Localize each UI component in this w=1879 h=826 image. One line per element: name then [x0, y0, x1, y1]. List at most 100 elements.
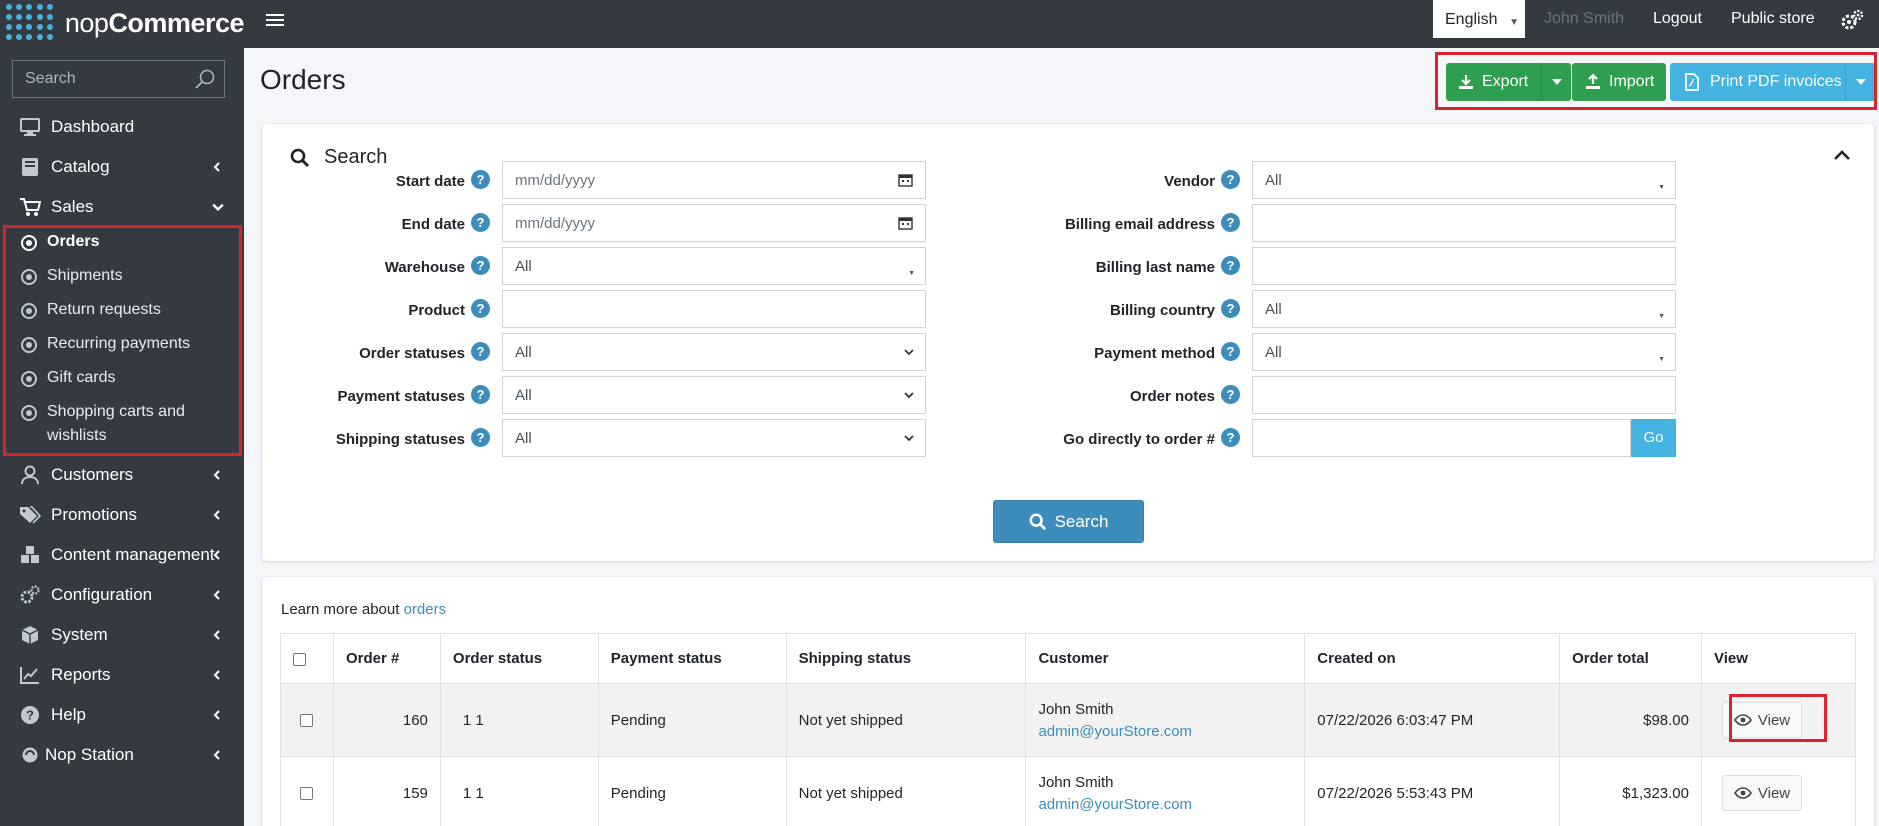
customer-email-link[interactable]: admin@yourStore.com [1038, 723, 1292, 740]
view-order-button[interactable]: View [1722, 775, 1802, 811]
public-store-link[interactable]: Public store [1731, 10, 1815, 28]
sidebar-item-customers[interactable]: Customers [0, 455, 244, 495]
go-to-order-button[interactable]: Go [1631, 419, 1676, 457]
sidebar-toggle-icon[interactable] [266, 12, 284, 28]
start-date-input[interactable]: mm/dd/yyyy [502, 161, 926, 199]
created-on: 07/22/2026 5:53:43 PM [1304, 756, 1561, 826]
help-icon[interactable]: ? [1221, 256, 1240, 275]
column-header-order-number[interactable]: Order # [332, 633, 441, 684]
order-notes-input[interactable] [1252, 376, 1676, 414]
shipping-status: Not yet shipped [785, 756, 1027, 826]
logout-link[interactable]: Logout [1653, 10, 1702, 28]
order-total: $1,323.00 [1559, 756, 1702, 826]
billing-last-name-input[interactable] [1252, 247, 1676, 285]
help-icon[interactable]: ? [471, 342, 490, 361]
sidebar-item-help[interactable]: ? Help [0, 695, 244, 735]
table-header-row: Order # Order status Payment status Ship… [280, 633, 1856, 684]
column-header-view: View [1701, 633, 1856, 684]
sidebar-item-nop-station[interactable]: Nop Station [0, 735, 244, 775]
view-label: View [1757, 784, 1791, 802]
help-icon[interactable]: ? [471, 213, 490, 232]
chevron-left-icon [213, 510, 220, 520]
shipping-status: Not yet shipped [785, 683, 1027, 757]
collapse-chevron-up-icon[interactable] [1833, 149, 1851, 161]
calendar-icon[interactable] [898, 216, 913, 230]
payment-method-select[interactable]: All ▼ [1252, 333, 1676, 371]
help-icon[interactable]: ? [471, 299, 490, 318]
help-icon[interactable]: ? [471, 170, 490, 189]
row-checkbox[interactable] [300, 787, 314, 801]
sidebar-search-input[interactable]: Search [12, 60, 225, 98]
chevron-left-icon [213, 590, 220, 600]
sidebar-item-promotions[interactable]: Promotions [0, 495, 244, 535]
orders-panel: Learn more about orders Order # Order st… [262, 577, 1874, 826]
cogs-icon [19, 584, 41, 606]
sidebar-item-sales[interactable]: Sales [0, 187, 244, 227]
calendar-icon[interactable] [898, 173, 913, 187]
sidebar-item-label: Catalog [51, 157, 110, 176]
warehouse-select[interactable]: All ▼ [502, 247, 926, 285]
sidebar-item-label: Reports [51, 665, 111, 684]
cart-icon [19, 196, 41, 218]
svg-text:?: ? [26, 708, 34, 723]
sidebar-item-content-management[interactable]: Content management [0, 535, 244, 575]
help-icon[interactable]: ? [1221, 299, 1240, 318]
label-billing-country: Billing country [1110, 302, 1215, 319]
payment-statuses-select[interactable]: All [502, 376, 926, 414]
help-icon[interactable]: ? [1221, 428, 1240, 447]
help-icon[interactable]: ? [1221, 342, 1240, 361]
customer-email-link[interactable]: admin@yourStore.com [1038, 796, 1292, 813]
column-header-order-status[interactable]: Order status [439, 633, 599, 684]
gears-icon[interactable] [1840, 9, 1864, 33]
sidebar-item-catalog[interactable]: Catalog [0, 147, 244, 187]
search-icon[interactable] [194, 68, 216, 90]
column-header-customer[interactable]: Customer [1025, 633, 1306, 684]
go-directly-to-order-input[interactable] [1252, 419, 1631, 457]
billing-email-address-input[interactable] [1252, 204, 1676, 242]
help-icon[interactable]: ? [1221, 213, 1240, 232]
help-icon[interactable]: ? [471, 385, 490, 404]
sidebar-item-configuration[interactable]: Configuration [0, 575, 244, 615]
label-billing-last-name: Billing last name [1095, 259, 1215, 276]
sidebar-item-label: Nop Station [45, 745, 134, 764]
help-icon[interactable]: ? [471, 256, 490, 275]
order-statuses-select[interactable]: All [502, 333, 926, 371]
chevron-left-icon [213, 550, 220, 560]
end-date-input[interactable]: mm/dd/yyyy [502, 204, 926, 242]
orders-table: Order # Order status Payment status Ship… [280, 633, 1856, 826]
help-icon[interactable]: ? [1221, 385, 1240, 404]
label-order-statuses: Order statuses [359, 345, 465, 362]
top-navbar: nopCommerce English ▼ John Smith Logout P… [0, 0, 1879, 48]
search-button[interactable]: Search [993, 500, 1144, 543]
sidebar-item-dashboard[interactable]: Dashboard [0, 107, 244, 147]
column-header-order-total[interactable]: Order total [1559, 633, 1702, 684]
nopcommerce-logo[interactable]: nopCommerce [6, 2, 244, 44]
column-header-created-on[interactable]: Created on [1304, 633, 1561, 684]
customer-name: John Smith [1038, 773, 1114, 791]
column-header-payment-status[interactable]: Payment status [597, 633, 787, 684]
column-header-shipping-status[interactable]: Shipping status [785, 633, 1027, 684]
language-select[interactable]: English ▼ [1433, 0, 1525, 38]
sidebar-item-reports[interactable]: Reports [0, 655, 244, 695]
help-icon[interactable]: ? [1221, 170, 1240, 189]
billing-country-select[interactable]: All ▼ [1252, 290, 1676, 328]
shipping-statuses-select[interactable]: All [502, 419, 926, 457]
sidebar-item-label: Help [51, 705, 86, 724]
label-start-date: Start date [395, 173, 465, 190]
logo-text: nopCommerce [64, 7, 245, 38]
sidebar-item-system[interactable]: System [0, 615, 244, 655]
select-all-checkbox[interactable] [293, 652, 306, 666]
row-checkbox[interactable] [300, 714, 314, 728]
product-input[interactable] [502, 290, 926, 328]
chevron-left-icon [213, 670, 220, 680]
help-icon[interactable]: ? [471, 428, 490, 447]
label-payment-method: Payment method [1094, 345, 1215, 362]
search-panel-header[interactable]: Search [290, 146, 387, 169]
label-vendor: Vendor [1164, 173, 1215, 190]
sidebar-item-label: Customers [51, 465, 134, 484]
cubes-icon [19, 544, 41, 566]
vendor-select[interactable]: All ▼ [1252, 161, 1676, 199]
orders-help-link[interactable]: orders [404, 601, 447, 618]
customer-cell: John Smith admin@yourStore.com [1025, 683, 1306, 757]
user-icon [19, 464, 41, 486]
